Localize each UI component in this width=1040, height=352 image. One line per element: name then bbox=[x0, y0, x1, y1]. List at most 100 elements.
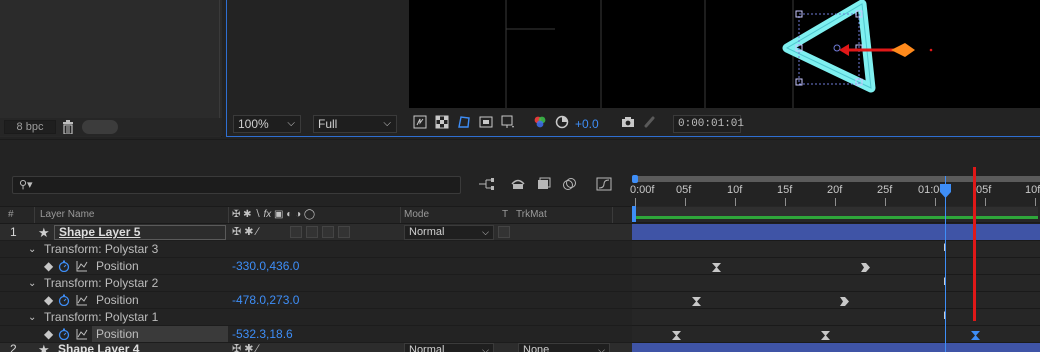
track-row bbox=[632, 309, 1040, 326]
fx-switch[interactable] bbox=[290, 226, 302, 238]
column-header-trkmat[interactable]: TrkMat bbox=[516, 207, 547, 223]
shape-switches-icon[interactable]: ✠ ✱ ∕ bbox=[232, 224, 258, 241]
exposure-value[interactable]: +0.0 bbox=[575, 115, 599, 133]
current-time-display[interactable]: 0:00:01:01 bbox=[673, 115, 744, 133]
layer-name[interactable]: Shape Layer 5 bbox=[54, 225, 226, 240]
graph-editor-icon[interactable] bbox=[594, 177, 614, 195]
layer-index: 2 bbox=[10, 343, 17, 352]
stopwatch-icon[interactable] bbox=[58, 328, 70, 341]
fast-previews-icon[interactable] bbox=[411, 115, 429, 133]
frame-blending-icon[interactable] bbox=[560, 177, 580, 195]
keyframe[interactable] bbox=[692, 297, 701, 306]
resolution-dropdown[interactable]: Full ⌵ bbox=[313, 115, 397, 133]
property-row[interactable]: ◆ Position -478.0,273.0 bbox=[0, 292, 632, 309]
project-panel: 8 bpc bbox=[0, 0, 222, 137]
adjustment-switch[interactable] bbox=[322, 226, 334, 238]
chevron-down-icon: ⌵ bbox=[598, 345, 605, 352]
layer-row[interactable]: 2 ★ Shape Layer 4 ✠ ✱ ∕ Normal ⌵ None ⌵ bbox=[0, 343, 632, 352]
group-marker-icon: I bbox=[943, 242, 949, 257]
property-group-row[interactable]: ⌄ Transform: Polystar 1 bbox=[0, 309, 632, 326]
property-row[interactable]: ◆ Position -532.3,18.6 bbox=[0, 326, 632, 343]
property-name-selected[interactable]: Position bbox=[92, 326, 228, 342]
playhead-icon[interactable] bbox=[940, 184, 951, 198]
layer-duration-bar[interactable] bbox=[632, 224, 1040, 241]
preserve-transparency-switch[interactable] bbox=[498, 226, 510, 238]
viewer-toolbar: 100% ⌵ Full ⌵ +0.0 0:00:01:01 bbox=[227, 113, 1040, 135]
show-snapshot-icon[interactable] bbox=[641, 115, 659, 133]
column-header-number[interactable]: # bbox=[8, 207, 14, 223]
property-name: Position bbox=[96, 293, 139, 307]
property-value[interactable]: -478.0,273.0 bbox=[232, 292, 299, 309]
current-time-indicator[interactable] bbox=[945, 176, 946, 352]
group-name: Transform: Polystar 2 bbox=[44, 276, 159, 290]
time-ruler[interactable]: 0:00f 05f 10f 15f 20f 25f 01:00f 05f 10f bbox=[630, 175, 1040, 206]
reset-exposure-icon[interactable] bbox=[553, 115, 571, 133]
magnification-dropdown[interactable]: 100% ⌵ bbox=[233, 115, 301, 133]
keyframe[interactable] bbox=[712, 263, 721, 272]
keyframe[interactable] bbox=[840, 297, 849, 306]
grid-guides-icon[interactable] bbox=[499, 115, 517, 133]
ruler-tick bbox=[885, 198, 886, 206]
timeline-column-headers: # Layer Name ✠ ✱ ∖ fx ▣ ◐ ◑ ◯ Mode T Trk… bbox=[0, 206, 632, 224]
ruler-tick bbox=[835, 198, 836, 206]
stopwatch-icon[interactable] bbox=[58, 260, 70, 273]
chevron-down-icon[interactable]: ⌄ bbox=[28, 309, 36, 326]
composition-mini-flowchart-icon[interactable] bbox=[476, 177, 496, 195]
layer-row[interactable]: 1 ★ Shape Layer 5 ✠ ✱ ∕ Normal ⌵ bbox=[0, 224, 632, 241]
work-area-start-handle[interactable] bbox=[632, 175, 638, 183]
channels-icon[interactable] bbox=[531, 115, 549, 133]
column-header-mode[interactable]: Mode bbox=[404, 207, 429, 223]
graph-icon[interactable] bbox=[76, 328, 88, 340]
blend-mode-dropdown[interactable]: Normal ⌵ bbox=[404, 225, 494, 240]
3d-layer-switch[interactable] bbox=[338, 226, 350, 238]
switches-header-icons: ✠ ✱ ∖ fx ▣ ◐ ◑ ◯ bbox=[232, 209, 316, 220]
property-row[interactable]: ◆ Position -330.0,436.0 bbox=[0, 258, 632, 275]
composition-canvas[interactable] bbox=[409, 0, 1040, 108]
layer-search-field[interactable]: ⚲▾ bbox=[12, 176, 461, 194]
ruler-label: 05f bbox=[976, 184, 992, 196]
keyframe-nav-icon[interactable]: ◆ bbox=[44, 258, 53, 275]
bit-depth-button[interactable]: 8 bpc bbox=[4, 120, 56, 134]
keyframe[interactable] bbox=[861, 263, 870, 272]
shape-switches-icon[interactable]: ✠ ✱ ∕ bbox=[232, 343, 258, 352]
chevron-down-icon[interactable]: ⌄ bbox=[28, 241, 36, 258]
property-group-row[interactable]: ⌄ Transform: Polystar 2 bbox=[0, 275, 632, 292]
thumbnail-size-slider[interactable] bbox=[82, 120, 118, 134]
track-matte-dropdown[interactable]: None ⌵ bbox=[518, 343, 610, 352]
mask-visibility-icon[interactable] bbox=[455, 115, 473, 133]
property-value[interactable]: -532.3,18.6 bbox=[232, 326, 293, 343]
keyframe-selected[interactable] bbox=[971, 331, 980, 340]
project-item-list[interactable] bbox=[0, 0, 222, 118]
keyframe[interactable] bbox=[821, 331, 830, 340]
region-of-interest-icon[interactable] bbox=[477, 115, 495, 133]
keyframe-nav-icon[interactable]: ◆ bbox=[44, 326, 53, 343]
layer-duration-bar[interactable] bbox=[632, 343, 1040, 352]
layer-name[interactable]: Shape Layer 4 bbox=[58, 343, 139, 352]
keyframe-nav-icon[interactable]: ◆ bbox=[44, 292, 53, 309]
resolution-value: Full bbox=[318, 117, 338, 131]
draft-3d-icon[interactable] bbox=[508, 177, 528, 195]
camera-snapshot-icon[interactable] bbox=[619, 115, 637, 133]
hide-shy-layers-icon[interactable] bbox=[534, 177, 554, 195]
group-name: Transform: Polystar 3 bbox=[44, 242, 159, 256]
trash-icon[interactable] bbox=[62, 120, 74, 135]
property-value[interactable]: -330.0,436.0 bbox=[232, 258, 299, 275]
column-header-layer-name[interactable]: Layer Name bbox=[40, 207, 94, 223]
column-header-t[interactable]: T bbox=[502, 207, 508, 223]
ruler-tick bbox=[685, 198, 686, 206]
transparency-grid-icon[interactable] bbox=[433, 115, 451, 133]
chevron-down-icon[interactable]: ⌄ bbox=[28, 275, 36, 292]
blend-mode-dropdown[interactable]: Normal ⌵ bbox=[404, 343, 494, 352]
ruler-label: 05f bbox=[676, 184, 692, 196]
work-area-bar[interactable] bbox=[636, 176, 1040, 182]
property-group-row[interactable]: ⌄ Transform: Polystar 3 bbox=[0, 241, 632, 258]
stopwatch-icon[interactable] bbox=[58, 294, 70, 307]
group-marker-icon: I bbox=[943, 310, 949, 325]
chevron-down-icon: ⌵ bbox=[287, 118, 295, 129]
graph-icon[interactable] bbox=[76, 294, 88, 306]
motion-blur-switch[interactable] bbox=[306, 226, 318, 238]
timeline-tracks[interactable]: I I I bbox=[632, 206, 1040, 352]
ruler-tick bbox=[785, 198, 786, 206]
keyframe[interactable] bbox=[672, 331, 681, 340]
graph-icon[interactable] bbox=[76, 260, 88, 272]
